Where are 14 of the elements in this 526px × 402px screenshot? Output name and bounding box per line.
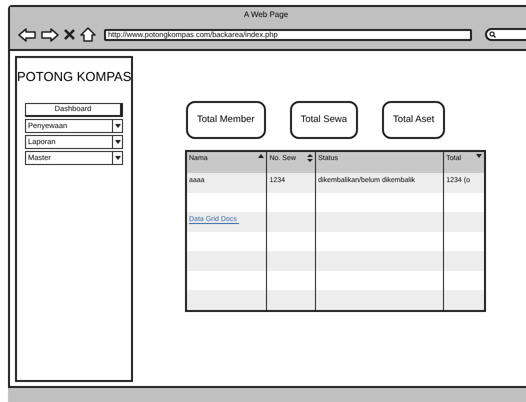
caret-icon (114, 156, 120, 160)
close-icon[interactable] (64, 29, 75, 40)
stat-card: Total Member (186, 101, 266, 139)
caret-icon (114, 124, 120, 128)
search-field[interactable] (485, 28, 526, 41)
window-title: A Web Page (242, 9, 290, 21)
back-icon[interactable] (18, 28, 36, 42)
brand-title: POTONG KOMPAS (17, 68, 131, 86)
home-icon[interactable] (80, 27, 96, 42)
caret-icon (114, 140, 120, 144)
forward-icon[interactable] (41, 28, 59, 42)
stat-card: Total Sewa (290, 101, 358, 139)
search-icon (489, 31, 496, 38)
stat-card: Total Aset (382, 101, 446, 139)
